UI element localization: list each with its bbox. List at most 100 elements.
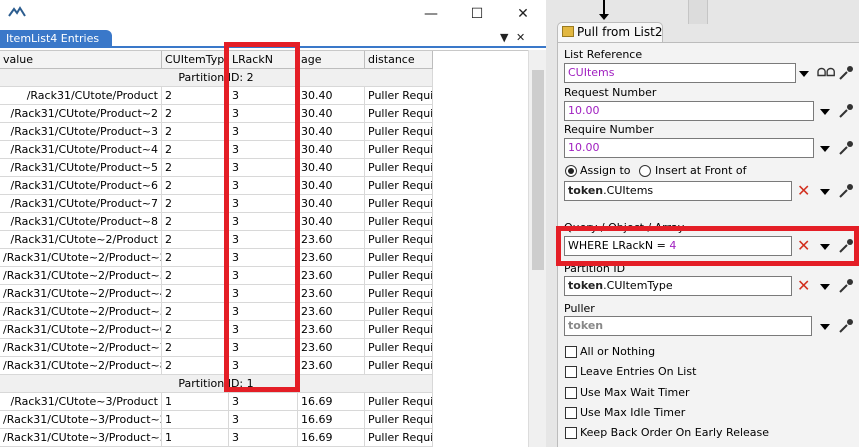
vertical-scrollbar[interactable] xyxy=(528,50,546,447)
table-cell: 2 xyxy=(162,285,229,303)
keep-back-order-checkbox[interactable] xyxy=(565,427,577,439)
table-cell: Puller Require xyxy=(365,249,433,267)
close-button[interactable]: ✕ xyxy=(500,0,546,28)
table-cell: Puller Require xyxy=(365,195,433,213)
table-cell: 2 xyxy=(162,87,229,105)
table-cell: 30.40 xyxy=(298,105,365,123)
partition-id-field[interactable]: token.CUItemType xyxy=(564,276,792,296)
partition-label: Partition ID: 2 xyxy=(0,69,433,87)
max-idle-timer-checkbox[interactable] xyxy=(565,407,577,419)
table-cell: /Rack31/CUtote/Product~2 xyxy=(0,105,162,123)
table-cell: 23.60 xyxy=(298,249,365,267)
max-idle-timer-label: Use Max Idle Timer xyxy=(580,406,686,419)
table-cell: 3 xyxy=(229,411,298,429)
minimize-button[interactable]: — xyxy=(408,0,454,28)
table-cell: 30.40 xyxy=(298,195,365,213)
table-cell: 2 xyxy=(162,357,229,375)
table-cell: 2 xyxy=(162,267,229,285)
picker-icon[interactable] xyxy=(838,183,854,199)
assign-to-radio[interactable] xyxy=(565,165,577,177)
table-cell: /Rack31/CUtote~2/Product~5 xyxy=(0,303,162,321)
request-number-dropdown-icon[interactable] xyxy=(820,109,830,115)
table-cell: 2 xyxy=(162,177,229,195)
table-cell: /Rack31/CUtote/Product~3 xyxy=(0,123,162,141)
table-cell: 2 xyxy=(162,339,229,357)
column-header[interactable]: distance xyxy=(365,51,433,69)
maximize-button[interactable]: ☐ xyxy=(454,0,500,28)
picker-icon[interactable] xyxy=(838,103,854,119)
picker-icon[interactable] xyxy=(838,65,854,81)
table-cell: 23.60 xyxy=(298,357,365,375)
table-cell: Puller Require xyxy=(365,303,433,321)
table-cell: /Rack31/CUtote/Product xyxy=(0,87,162,105)
insert-front-radio[interactable] xyxy=(639,165,651,177)
assign-target-dropdown-icon[interactable] xyxy=(820,189,830,195)
table-cell: Puller Require xyxy=(365,159,433,177)
table-cell: Puller Require xyxy=(365,231,433,249)
table-cell: Puller Require xyxy=(365,321,433,339)
table-cell: Puller Require xyxy=(365,285,433,303)
puller-label: Puller xyxy=(564,302,595,315)
table-cell: 23.60 xyxy=(298,285,365,303)
tab-itemlist4-entries[interactable]: ItemList4 Entries xyxy=(0,30,112,48)
insert-front-label: Insert at Front of xyxy=(655,164,747,177)
app-logo-icon xyxy=(8,6,26,17)
table-cell: /Rack31/CUtote~2/Product~2 xyxy=(0,249,162,267)
table-cell: /Rack31/CUtote~2/Product~3 xyxy=(0,267,162,285)
column-header[interactable]: value xyxy=(0,51,162,69)
table-row[interactable]: /Rack31/CUtote~3/Product 1 3 16.69 Puller Re… xyxy=(0,393,528,411)
column-header[interactable]: CUItemType xyxy=(162,51,229,69)
pull-list-icon xyxy=(562,26,574,37)
table-cell: Puller Require xyxy=(365,105,433,123)
pull-tab-label: Pull from List2 xyxy=(577,25,663,39)
max-wait-timer-checkbox[interactable] xyxy=(565,387,577,399)
table-cell: 30.40 xyxy=(298,123,365,141)
list-reference-dropdown-icon[interactable] xyxy=(799,71,809,77)
table-row[interactable]: /Rack31/CUtote~3/Product~2 1 3 16.69 Puller … xyxy=(0,411,528,429)
require-number-dropdown-icon[interactable] xyxy=(820,146,830,152)
tab-dropdown-icon[interactable]: ▼ xyxy=(500,31,508,44)
request-number-label: Request Number xyxy=(564,86,657,99)
table-cell: /Rack31/CUtote/Product~6 xyxy=(0,177,162,195)
table-cell: Puller Require xyxy=(365,123,433,141)
max-wait-timer-label: Use Max Wait Timer xyxy=(580,386,690,399)
clear-x-icon[interactable]: ✕ xyxy=(797,278,810,294)
table-cell: 30.40 xyxy=(298,159,365,177)
tab-close-icon[interactable]: ✕ xyxy=(516,31,525,44)
table-cell: 2 xyxy=(162,213,229,231)
table-cell: 30.40 xyxy=(298,213,365,231)
table-cell: Puller Require xyxy=(365,213,433,231)
table-cell: 3 xyxy=(229,429,298,447)
table-cell: Puller Require xyxy=(365,87,433,105)
partition-label: Partition ID: 1 xyxy=(0,375,433,393)
picker-icon[interactable] xyxy=(838,140,854,156)
table-cell: /Rack31/CUtote~2/Product~7 xyxy=(0,339,162,357)
partition-dropdown-icon[interactable] xyxy=(820,284,830,290)
scrollbar-thumb[interactable] xyxy=(532,70,544,270)
table-cell: /Rack31/CUtote~3/Product~2 xyxy=(0,411,162,429)
list-reference-field[interactable]: CUItems xyxy=(564,63,796,83)
puller-dropdown-icon[interactable] xyxy=(820,324,830,330)
table-cell: 1 xyxy=(162,429,229,447)
picker-icon[interactable] xyxy=(838,318,854,334)
puller-field[interactable]: token xyxy=(564,316,812,336)
table-cell: /Rack31/CUtote~2/Product~6 xyxy=(0,321,162,339)
table-cell: /Rack31/CUtote~2/Product xyxy=(0,231,162,249)
table-row[interactable]: /Rack31/CUtote~3/Product~3 1 3 16.69 Puller … xyxy=(0,429,528,447)
assign-target-field[interactable]: token.CUItems xyxy=(564,181,792,201)
table-cell: Puller Require xyxy=(365,267,433,285)
table-cell: /Rack31/CUtote~2/Product~8 xyxy=(0,357,162,375)
request-number-field[interactable]: 10.00 xyxy=(564,101,814,121)
picker-icon[interactable] xyxy=(838,278,854,294)
table-cell: Puller Require xyxy=(365,393,433,411)
table-cell: 2 xyxy=(162,195,229,213)
all-or-nothing-checkbox[interactable] xyxy=(565,346,577,358)
clear-x-icon[interactable]: ✕ xyxy=(797,183,810,199)
table-cell: 2 xyxy=(162,105,229,123)
require-number-field[interactable]: 10.00 xyxy=(564,138,814,158)
keep-back-order-label: Keep Back Order On Early Release xyxy=(580,426,770,439)
column-header[interactable]: age xyxy=(298,51,365,69)
leave-entries-checkbox[interactable] xyxy=(565,366,577,378)
tab-pull-from-list[interactable]: Pull from List2 xyxy=(557,22,663,42)
binoculars-icon[interactable]: ᗝᗝ xyxy=(817,66,835,80)
